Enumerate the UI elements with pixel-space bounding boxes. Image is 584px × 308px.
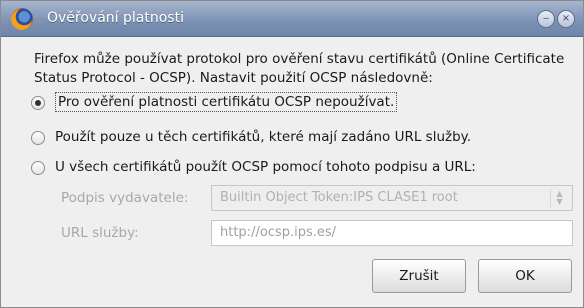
signer-value: Builtin Object Token:IPS CLASE1 root	[220, 190, 458, 205]
ocsp-dialog: Ověřování platnosti ‒ × Firefox může pou…	[0, 0, 584, 308]
option-all-certificates[interactable]: U všech certifikátů použít OCSP pomocí t…	[31, 157, 571, 181]
window-title: Ověřování platnosti	[47, 10, 184, 26]
close-icon[interactable]: ×	[557, 10, 575, 28]
service-url-label: URL služby:	[61, 225, 139, 241]
ok-button[interactable]: OK	[478, 259, 572, 293]
signer-select[interactable]: Builtin Object Token:IPS CLASE1 root ▲ ▼	[211, 185, 573, 211]
option-label[interactable]: U všech certifikátů použít OCSP pomocí t…	[55, 159, 476, 175]
radio-url-only[interactable]	[31, 131, 45, 145]
option-label[interactable]: Pro ověření platnosti certifikátu OCSP n…	[55, 92, 398, 112]
firefox-icon	[11, 8, 33, 30]
title-bar[interactable]: Ověřování platnosti ‒ ×	[1, 1, 583, 37]
minimize-icon[interactable]: ‒	[537, 10, 555, 28]
option-url-only[interactable]: Použít pouze u těch certifikátů, které m…	[31, 127, 571, 151]
dialog-description: Firefox může používat protokol pro ověře…	[34, 51, 565, 86]
option-disable-ocsp[interactable]: Pro ověření platnosti certifikátu OCSP n…	[31, 92, 571, 116]
radio-all-certificates[interactable]	[31, 161, 45, 175]
cancel-button[interactable]: Zrušit	[372, 259, 466, 293]
option-label[interactable]: Použít pouze u těch certifikátů, které m…	[55, 129, 471, 145]
service-url-input[interactable]: http://ocsp.ips.es/	[211, 220, 573, 246]
updown-arrows-icon: ▲ ▼	[550, 189, 568, 207]
signer-label: Podpis vydavatele:	[61, 190, 189, 206]
radio-disable-ocsp[interactable]	[31, 96, 45, 110]
